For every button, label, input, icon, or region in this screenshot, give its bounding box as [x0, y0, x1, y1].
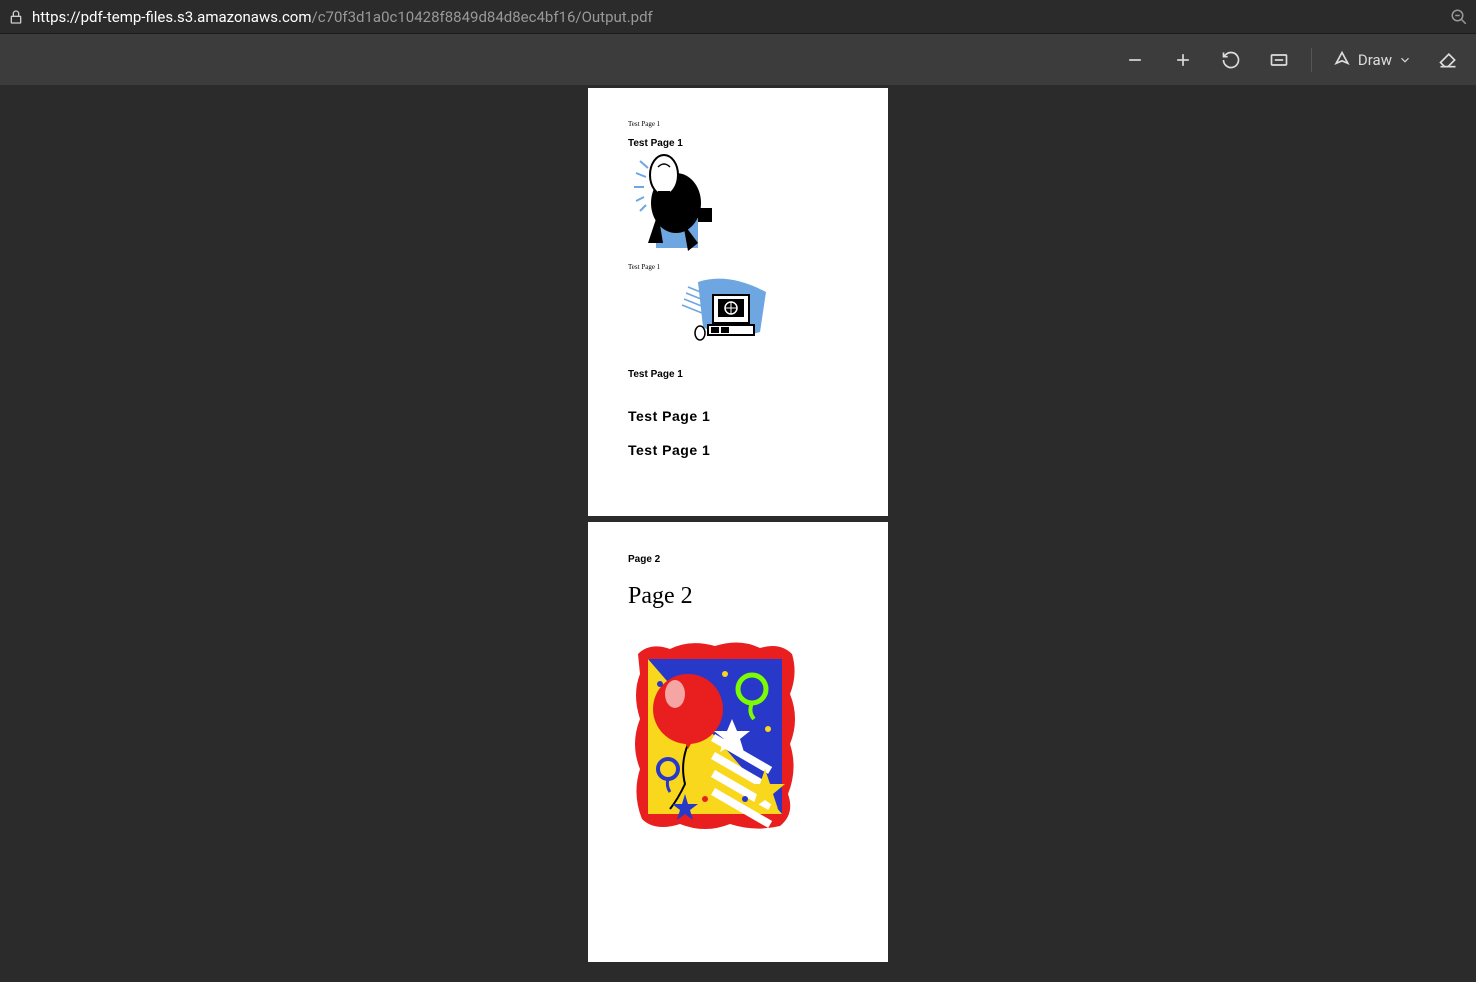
zoom-search-icon[interactable]: [1450, 8, 1468, 26]
page2-text-small: Page 2: [628, 554, 848, 565]
draw-button[interactable]: Draw: [1328, 44, 1416, 76]
page2-text-large: Page 2: [628, 583, 848, 610]
erase-button[interactable]: [1432, 44, 1464, 76]
pdf-viewer[interactable]: Test Page 1 Test Page 1 Test Page 1: [0, 86, 1476, 982]
pdf-page-2: Page 2 Page 2: [588, 522, 888, 962]
minus-icon: [1125, 50, 1145, 70]
fit-page-icon: [1269, 50, 1289, 70]
chevron-down-icon: [1398, 53, 1412, 67]
balloon-party-clipart: [630, 634, 800, 834]
draw-label: Draw: [1358, 51, 1392, 69]
zoom-out-button[interactable]: [1119, 44, 1151, 76]
pdf-toolbar: Draw: [0, 34, 1476, 86]
pdf-page-1: Test Page 1 Test Page 1 Test Page 1: [588, 88, 888, 516]
toolbar-divider: [1311, 48, 1312, 72]
rotate-icon: [1221, 50, 1241, 70]
page1-text-large1: Test Page 1: [628, 408, 848, 424]
erase-icon: [1438, 50, 1458, 70]
rotate-button[interactable]: [1215, 44, 1247, 76]
url-domain: https://pdf-temp-files.s3.amazonaws.com: [32, 8, 312, 26]
page1-text-bold1: Test Page 1: [628, 138, 848, 149]
plus-icon: [1173, 50, 1193, 70]
zoom-in-button[interactable]: [1167, 44, 1199, 76]
page1-text-bold2: Test Page 1: [628, 369, 848, 380]
lock-icon: [8, 9, 24, 25]
fit-page-button[interactable]: [1263, 44, 1295, 76]
draw-cursor-icon: [1332, 50, 1352, 70]
businessman-lightbulb-clipart: [628, 153, 733, 253]
url-path: /c70f3d1a0c10428f8849d84d8ec4bf16/Output…: [312, 8, 653, 26]
address-bar: https://pdf-temp-files.s3.amazonaws.com/…: [0, 0, 1476, 34]
page1-text-large2: Test Page 1: [628, 442, 848, 458]
url-display[interactable]: https://pdf-temp-files.s3.amazonaws.com/…: [32, 8, 1442, 26]
page1-text-tiny1: Test Page 1: [628, 120, 848, 128]
computer-clipart: [678, 277, 773, 357]
page1-text-tiny2: Test Page 1: [628, 263, 848, 271]
